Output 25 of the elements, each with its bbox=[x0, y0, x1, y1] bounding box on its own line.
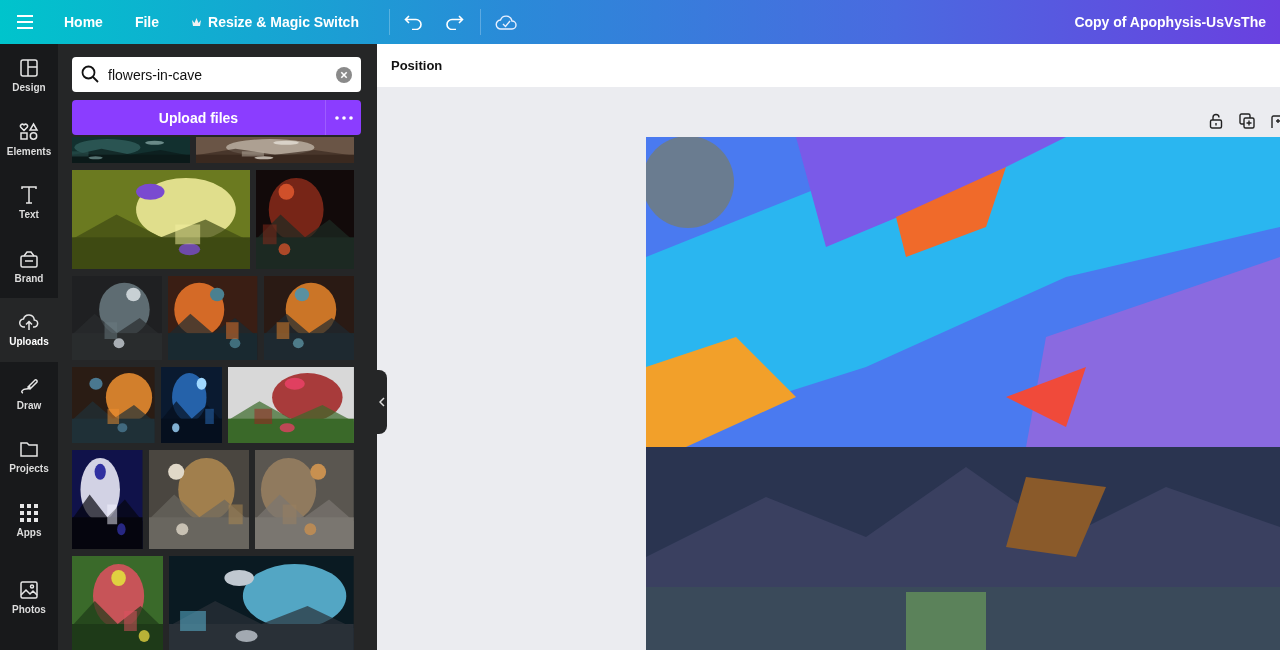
redo-icon[interactable] bbox=[443, 14, 464, 30]
cloud-check-icon[interactable] bbox=[494, 14, 517, 30]
undo-icon[interactable] bbox=[403, 14, 424, 30]
shapes-icon bbox=[19, 121, 39, 142]
grid-icon bbox=[19, 502, 39, 523]
add-page-icon[interactable] bbox=[1271, 113, 1280, 129]
briefcase-icon bbox=[19, 248, 39, 269]
folder-icon bbox=[19, 439, 39, 460]
more-options-button[interactable] bbox=[325, 100, 361, 135]
position-button[interactable]: Position bbox=[385, 54, 449, 77]
cloud-upload-icon bbox=[19, 312, 39, 333]
lock-icon[interactable] bbox=[1209, 113, 1223, 129]
more-icon bbox=[334, 115, 353, 120]
crown-icon bbox=[191, 17, 203, 27]
search-icon bbox=[81, 65, 99, 83]
clear-icon[interactable] bbox=[336, 67, 352, 83]
search-field[interactable]: flowers-in-cave bbox=[72, 57, 361, 92]
text-icon bbox=[19, 185, 39, 206]
upload-files-button[interactable]: Upload files bbox=[72, 100, 325, 135]
image-icon bbox=[19, 580, 39, 601]
layout-icon bbox=[19, 58, 39, 79]
document-title[interactable]: Copy of Apophysis-UsVsThe bbox=[1074, 14, 1280, 30]
rail-tab[interactable]: Uploads bbox=[0, 298, 58, 362]
duplicate-icon[interactable] bbox=[1239, 113, 1255, 129]
collapse-panel-handle[interactable] bbox=[377, 370, 387, 434]
